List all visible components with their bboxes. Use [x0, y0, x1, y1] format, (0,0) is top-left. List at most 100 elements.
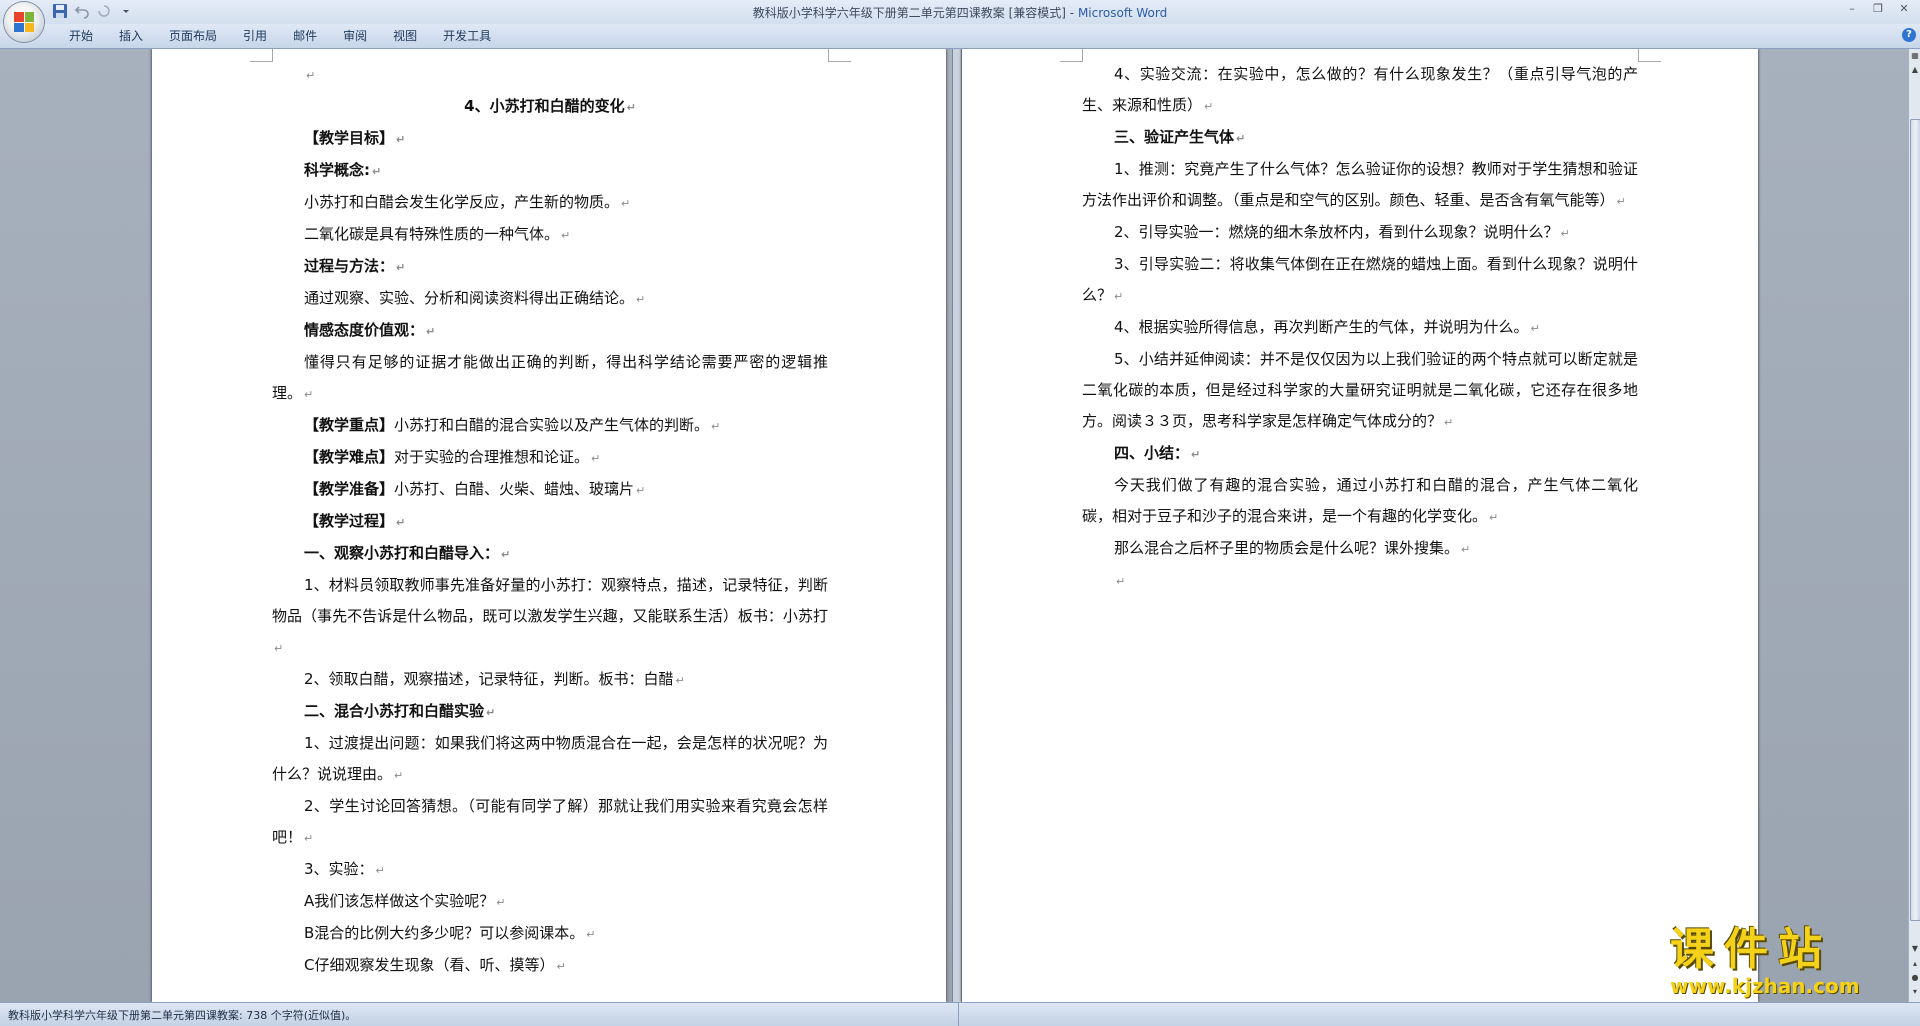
scroll-up-icon[interactable]: ▲: [1910, 65, 1920, 75]
paragraph-mark-icon: ↵: [1114, 290, 1124, 303]
document-paragraph[interactable]: 那么混合之后杯子里的物质会是什么呢？课外搜集。 ↵: [1082, 533, 1638, 565]
document-paragraph[interactable]: 一、观察小苏打和白醋导入： ↵: [272, 538, 828, 570]
select-browse-object-icon[interactable]: ●: [1910, 973, 1920, 983]
paragraph-mark-icon: ↵: [675, 674, 685, 687]
document-paragraph[interactable]: C仔细观察发生现象（看、听、摸等） ↵: [272, 950, 828, 982]
office-logo-icon: [14, 12, 34, 32]
paragraph-mark-icon: ↵: [486, 706, 496, 719]
left-page-text[interactable]: ↵ 4、小苏打和白醋的变化 ↵ 【教学目标】 ↵ 科学概念: ↵ 小苏打和白醋会发生化学反应，…: [272, 59, 828, 982]
right-page-text[interactable]: 4、实验交流：在实验中，怎么做的？有什么现象发生？（重点引导气泡的产生、来源和性…: [1082, 59, 1638, 597]
paragraph-text: 2、引导实验一：燃烧的细木条放杯内，看到什么现象？说明什么？: [1114, 223, 1559, 241]
document-paragraph[interactable]: 1、过渡提出问题：如果我们将这两中物质混合在一起，会是怎样的状况呢？为什么？说说…: [272, 728, 828, 791]
paragraph-text: 今天我们做了有趣的混合实验，通过小苏打和白醋的混合，产生气体二氧化碳，相对于豆子…: [1082, 476, 1638, 525]
minimize-icon[interactable]: –: [1844, 2, 1860, 16]
paragraph-mark-icon: ↵: [372, 165, 382, 178]
tab-references[interactable]: 引用: [230, 28, 280, 44]
paragraph-text: 4、根据实验所得信息，再次判断产生的气体，并说明为什么。: [1114, 318, 1529, 336]
title-bar: 教科版小学科学六年级下册第二单元第四课教案 [兼容模式] - Microsoft…: [0, 0, 1920, 24]
vertical-scrollbar[interactable]: ▦ ▲ ▼ ▴ ● ▾: [1908, 49, 1920, 1002]
paragraph-text: 3、实验：: [304, 860, 374, 878]
document-title: 教科版小学科学六年级下册第二单元第四课教案 [兼容模式]: [752, 6, 1066, 20]
paragraph-mark-icon: ↵: [626, 101, 636, 114]
paragraph-mark-icon: ↵: [501, 548, 511, 561]
paragraph-mark-icon: ↵: [621, 197, 631, 210]
crop-mark: [250, 49, 273, 62]
paragraph-mark-icon: ↵: [396, 516, 406, 529]
scroll-down-icon[interactable]: ▼: [1910, 944, 1920, 954]
ruler-toggle-icon[interactable]: ▦: [1910, 51, 1920, 61]
paragraph-mark-icon: ↵: [1616, 195, 1626, 208]
paragraph-mark-icon: ↵: [561, 229, 571, 242]
document-paragraph[interactable]: 科学概念: ↵: [272, 155, 828, 187]
paragraph-text: 5、小结并延伸阅读：并不是仅仅因为以上我们验证的两个特点就可以断定就是二氧化碳的…: [1082, 350, 1638, 430]
paragraph-mark-icon: ↵: [636, 293, 646, 306]
status-word-count[interactable]: 教科版小学科学六年级下册第二单元第四课教案: 738 个字符(近似值)。: [8, 1007, 356, 1023]
document-paragraph[interactable]: 小苏打和白醋会发生化学反应，产生新的物质。 ↵: [272, 187, 828, 219]
document-paragraph[interactable]: 二氧化碳是具有特殊性质的一种气体。 ↵: [272, 219, 828, 251]
document-paragraph[interactable]: 【教学准备】小苏打、白醋、火柴、蜡烛、玻璃片 ↵: [272, 474, 828, 506]
paragraph-text: 【教学目标】: [304, 129, 395, 147]
document-paragraph[interactable]: 5、小结并延伸阅读：并不是仅仅因为以上我们验证的两个特点就可以断定就是二氧化碳的…: [1082, 344, 1638, 438]
document-paragraph[interactable]: ↵: [1082, 565, 1638, 597]
document-paragraph[interactable]: 4、小苏打和白醋的变化 ↵: [272, 91, 828, 123]
paragraph-text: 小苏打和白醋会发生化学反应，产生新的物质。: [304, 193, 620, 211]
tab-home[interactable]: 开始: [56, 28, 106, 44]
paragraph-mark-icon: ↵: [1560, 227, 1570, 240]
document-paragraph[interactable]: 【教学难点】对于实验的合理推想和论证。 ↵: [272, 442, 828, 474]
page-right[interactable]: 4、实验交流：在实验中，怎么做的？有什么现象发生？（重点引导气泡的产生、来源和性…: [962, 49, 1758, 1002]
previous-page-icon[interactable]: ▴: [1910, 959, 1920, 969]
paragraph-text: 一、观察小苏打和白醋导入：: [304, 544, 500, 562]
status-separator: [958, 1003, 959, 1026]
document-paragraph[interactable]: 通过观察、实验、分析和阅读资料得出正确结论。 ↵: [272, 283, 828, 315]
paragraph-text: 1、过渡提出问题：如果我们将这两中物质混合在一起，会是怎样的状况呢？为什么？说说…: [272, 734, 828, 783]
document-paragraph[interactable]: 【教学过程】 ↵: [272, 506, 828, 538]
next-page-icon[interactable]: ▾: [1910, 987, 1920, 997]
office-button[interactable]: [4, 2, 44, 42]
scrollbar-thumb[interactable]: [1910, 119, 1920, 921]
page-left[interactable]: ↵ 4、小苏打和白醋的变化 ↵ 【教学目标】 ↵ 科学概念: ↵ 小苏打和白醋会发生化学反应，…: [152, 49, 946, 1002]
document-paragraph[interactable]: 4、实验交流：在实验中，怎么做的？有什么现象发生？（重点引导气泡的产生、来源和性…: [1082, 59, 1638, 122]
paragraph-text: 科学概念:: [304, 161, 370, 179]
document-paragraph[interactable]: 2、引导实验一：燃烧的细木条放杯内，看到什么现象？说明什么？ ↵: [1082, 217, 1638, 249]
document-paragraph[interactable]: 今天我们做了有趣的混合实验，通过小苏打和白醋的混合，产生气体二氧化碳，相对于豆子…: [1082, 470, 1638, 533]
document-paragraph[interactable]: 3、引导实验二：将收集气体倒在正在燃烧的蜡烛上面。看到什么现象？说明什么？ ↵: [1082, 249, 1638, 312]
document-paragraph[interactable]: 【教学目标】 ↵: [272, 123, 828, 155]
paragraph-text: 2、领取白醋，观察描述，记录特征，判断。板书：白醋: [304, 670, 674, 688]
document-paragraph[interactable]: 过程与方法： ↵: [272, 251, 828, 283]
document-paragraph[interactable]: B混合的比例大约多少呢？可以参阅课本。 ↵: [272, 918, 828, 950]
paragraph-text: 懂得只有足够的证据才能做出正确的判断，得出科学结论需要严密的逻辑推理。: [272, 353, 828, 402]
help-icon[interactable]: ?: [1902, 28, 1916, 42]
document-paragraph[interactable]: 懂得只有足够的证据才能做出正确的判断，得出科学结论需要严密的逻辑推理。 ↵: [272, 347, 828, 410]
paragraph-mark-icon: ↵: [1236, 132, 1246, 145]
document-paragraph[interactable]: 三、验证产生气体 ↵: [1082, 122, 1638, 154]
tab-insert[interactable]: 插入: [106, 28, 156, 44]
document-paragraph[interactable]: 2、学生讨论回答猜想。（可能有同学了解）那就让我们用实验来看究竟会怎样吧！ ↵: [272, 791, 828, 854]
document-paragraph[interactable]: 1、推测：究竟产生了什么气体？怎么验证你的设想？教师对于学生猜想和验证方法作出评…: [1082, 154, 1638, 217]
restore-icon[interactable]: ❐: [1870, 2, 1886, 16]
document-paragraph[interactable]: A我们该怎样做这个实验呢？ ↵: [272, 886, 828, 918]
paragraph-mark-icon: ↵: [586, 928, 596, 941]
paragraph-text: 2、学生讨论回答猜想。（可能有同学了解）那就让我们用实验来看究竟会怎样吧！: [272, 797, 828, 846]
document-paragraph[interactable]: 情感态度价值观： ↵: [272, 315, 828, 347]
document-paragraph[interactable]: 四、小结： ↵: [1082, 438, 1638, 470]
document-paragraph[interactable]: 3、实验： ↵: [272, 854, 828, 886]
document-paragraph[interactable]: 1、材料员领取教师事先准备好量的小苏打：观察特点，描述，记录特征，判断物品（事先…: [272, 570, 828, 664]
tab-developer[interactable]: 开发工具: [430, 28, 504, 44]
close-icon[interactable]: ✕: [1896, 2, 1912, 16]
document-workspace: ↵ 4、小苏打和白醋的变化 ↵ 【教学目标】 ↵ 科学概念: ↵ 小苏打和白醋会发生化学反应，…: [0, 49, 1908, 1002]
document-paragraph[interactable]: ↵: [272, 59, 828, 91]
paragraph-mark-icon: ↵: [1191, 448, 1201, 461]
document-paragraph[interactable]: 2、领取白醋，观察描述，记录特征，判断。板书：白醋 ↵: [272, 664, 828, 696]
tab-mailings[interactable]: 邮件: [280, 28, 330, 44]
tab-view[interactable]: 视图: [380, 28, 430, 44]
paragraph-mark-icon: ↵: [591, 452, 601, 465]
paragraph-mark-icon: ↵: [304, 832, 314, 845]
tab-review[interactable]: 审阅: [330, 28, 380, 44]
document-paragraph[interactable]: 【教学重点】小苏打和白醋的混合实验以及产生气体的判断。 ↵: [272, 410, 828, 442]
tab-page-layout[interactable]: 页面布局: [156, 28, 230, 44]
paragraph-text: 二、混合小苏打和白醋实验: [304, 702, 485, 720]
document-paragraph[interactable]: 二、混合小苏打和白醋实验 ↵: [272, 696, 828, 728]
paragraph-label: 【教学难点】: [304, 448, 395, 466]
paragraph-text: 对于实验的合理推想和论证。: [394, 448, 590, 466]
document-paragraph[interactable]: 4、根据实验所得信息，再次判断产生的气体，并说明为什么。 ↵: [1082, 312, 1638, 344]
